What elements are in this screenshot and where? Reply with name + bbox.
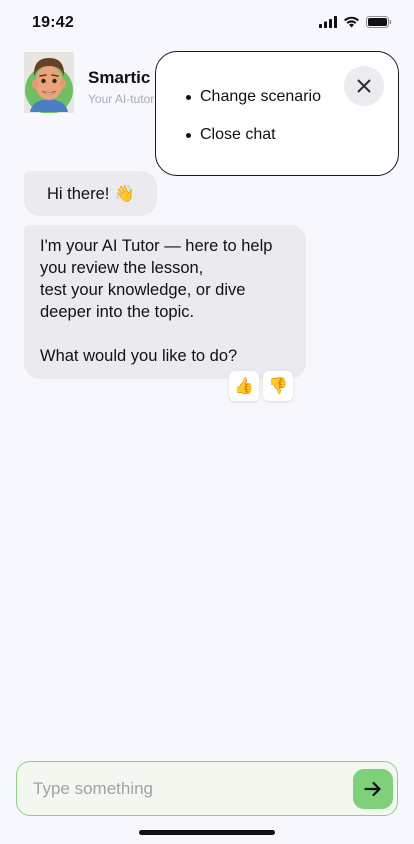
thumbs-down-icon: 👎 (268, 378, 288, 395)
status-bar: 19:42 (0, 0, 414, 48)
wifi-icon (344, 16, 359, 28)
message-input[interactable] (33, 762, 343, 815)
message-bubble-intro: I'm your AI Tutor — here to help you rev… (24, 225, 306, 379)
thumbs-up-button[interactable]: 👍 (229, 371, 259, 401)
menu-list: Change scenario Close chat (186, 76, 321, 152)
arrow-right-icon (364, 781, 381, 797)
close-icon (357, 79, 371, 93)
message-paragraph: I'm your AI Tutor — here to help you rev… (40, 237, 273, 321)
message-bubble-greeting: Hi there! 👋 (24, 171, 157, 216)
battery-icon (366, 16, 392, 28)
menu-item-change-scenario[interactable]: Change scenario (186, 76, 321, 114)
message-composer (16, 761, 398, 816)
home-indicator (139, 830, 275, 835)
status-icons (319, 16, 392, 28)
status-time: 19:42 (32, 14, 74, 31)
cellular-signal-icon (319, 16, 337, 28)
avatar (24, 52, 74, 113)
memoji-avatar-icon (24, 52, 74, 113)
thumbs-down-button[interactable]: 👎 (263, 371, 293, 401)
menu-item-close-chat[interactable]: Close chat (186, 114, 321, 152)
close-menu-button[interactable] (344, 66, 384, 106)
send-button[interactable] (353, 769, 393, 809)
message-paragraph: What would you like to do? (40, 347, 238, 365)
options-menu: Change scenario Close chat (155, 51, 399, 176)
bot-name: Smartic (88, 68, 151, 87)
thumbs-up-icon: 👍 (234, 378, 254, 395)
